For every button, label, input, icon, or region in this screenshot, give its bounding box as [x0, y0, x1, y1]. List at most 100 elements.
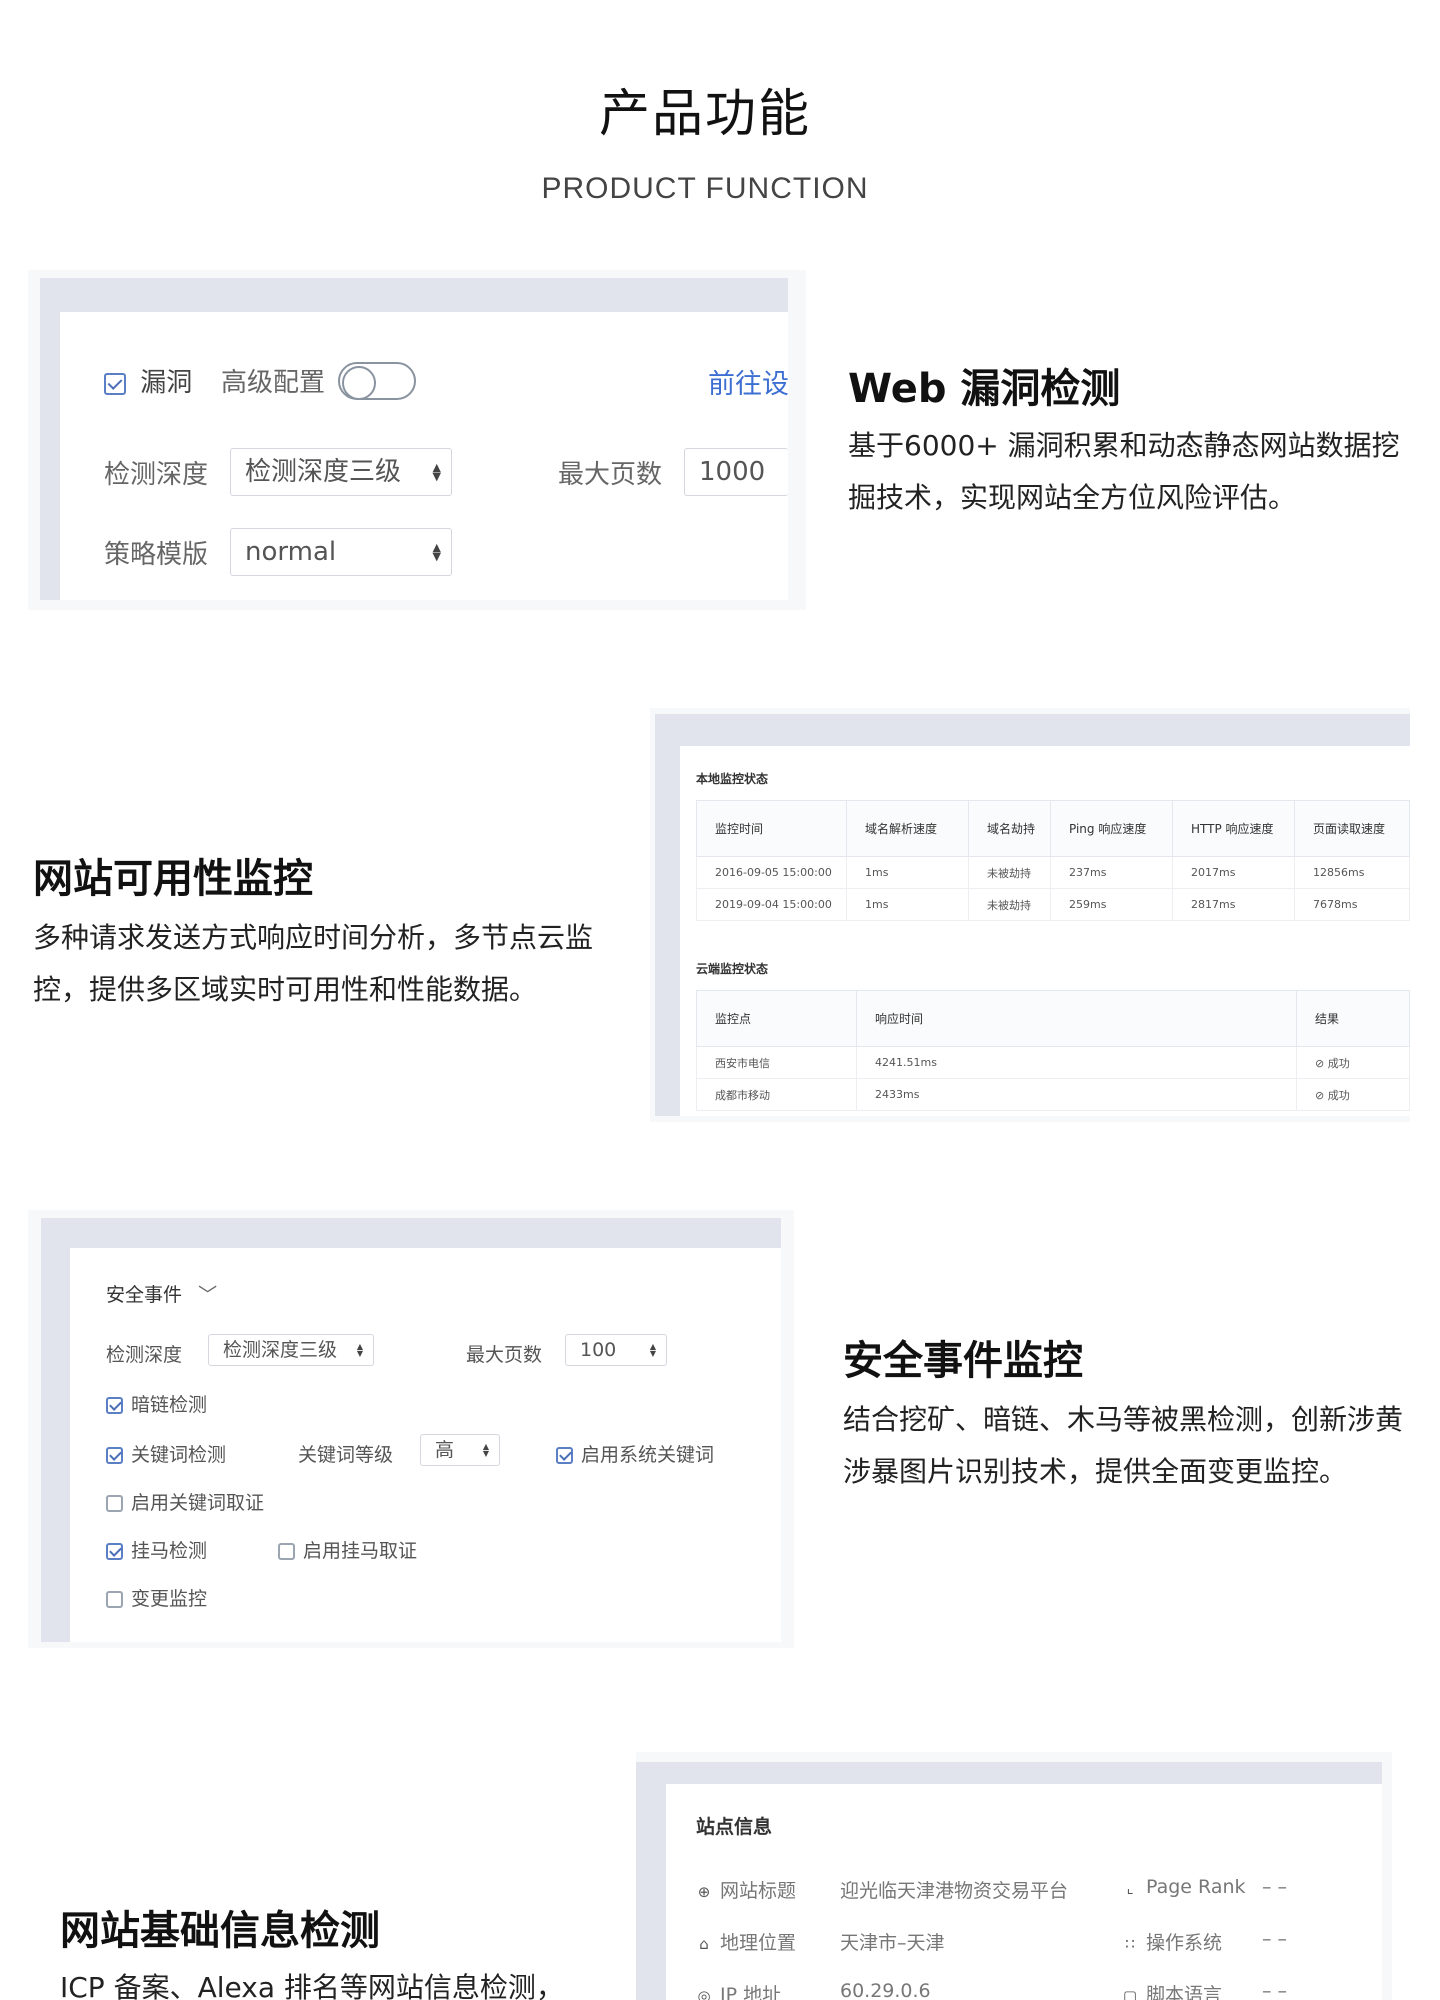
- label-text: 操作系统: [1146, 1932, 1223, 1954]
- ip-value: 60.29.0.6: [840, 1980, 931, 2000]
- table-header: 域名解析速度: [846, 800, 969, 857]
- table-header: 监控点: [696, 990, 857, 1047]
- select-caret-icon: ▲ ▼: [649, 1342, 656, 1358]
- feature-desc-vuln: 基于6000+ 漏洞积累和动态静态网站数据挖掘技术，实现网站全方位风险评估。: [848, 429, 1400, 514]
- availability-monitor-screenshot: 本地监控状态 监控时间 域名解析速度 域名劫持 Ping 响应速度 HTTP 响…: [650, 708, 1410, 1122]
- status-cell: ⊘ 成功: [1296, 1046, 1410, 1079]
- location-value: 天津市–天津: [840, 1932, 945, 1954]
- checkbox-checked-icon: [106, 1447, 123, 1464]
- os-label: ∷ 操作系统: [1122, 1928, 1222, 1955]
- keyword-evidence-checkbox[interactable]: 启用关键词取证: [106, 1488, 264, 1515]
- maxpage-input[interactable]: 1000: [684, 448, 788, 496]
- select-caret-icon: ▲ ▼: [482, 1442, 489, 1458]
- checkbox-checked-icon: [106, 1543, 123, 1560]
- advanced-config-toggle[interactable]: [338, 362, 416, 400]
- table-cell: 1ms: [846, 888, 969, 921]
- depth-label: 检测深度: [104, 460, 209, 490]
- trojan-evidence-checkbox[interactable]: 启用挂马取证: [278, 1536, 417, 1563]
- page-title: 产品功能: [598, 85, 811, 144]
- policy-select[interactable]: normal ▲ ▼: [230, 528, 452, 576]
- feature-desc-siteinfo: ICP 备案、Alexa 排名等网站信息检测，: [60, 1971, 564, 2000]
- select-caret-icon: ▲ ▼: [432, 461, 441, 483]
- change-monitor-label: 变更监控: [131, 1588, 208, 1610]
- table-header: Ping 响应速度: [1050, 800, 1173, 857]
- table-header: 页面读取速度: [1294, 800, 1410, 857]
- table-cell: 成都市移动: [696, 1078, 857, 1111]
- checkbox-checked-icon: [106, 1397, 123, 1414]
- checkbox-unchecked-icon: [106, 1591, 123, 1608]
- local-monitor-table: 监控时间 域名解析速度 域名劫持 Ping 响应速度 HTTP 响应速度 页面读…: [696, 800, 1410, 921]
- darklink-checkbox[interactable]: 暗链检测: [106, 1390, 207, 1417]
- keyword-checkbox[interactable]: 关键词检测: [106, 1440, 226, 1467]
- ip-icon: ◎: [697, 1987, 711, 2000]
- trojan-label: 挂马检测: [131, 1540, 208, 1562]
- cloud-monitor-table: 监控点 响应时间 结果 西安市电信 4241.51ms ⊘ 成功 成都市移动 2…: [696, 990, 1410, 1111]
- ip-label: ◎ IP 地址: [696, 1980, 781, 2000]
- table-cell: 259ms: [1050, 888, 1173, 921]
- page-subtitle: PRODUCT FUNCTION: [541, 172, 869, 205]
- label-text: 地理位置: [720, 1932, 797, 1954]
- sys-keyword-checkbox[interactable]: 启用系统关键词: [556, 1440, 714, 1467]
- event-dropdown[interactable]: 安全事件 ﹀: [106, 1280, 217, 1307]
- chart-icon: ⌞: [1126, 1879, 1134, 1897]
- status-text: 成功: [1327, 1056, 1350, 1070]
- feature-title-siteinfo: 网站基础信息检测: [60, 1908, 380, 1954]
- event-dropdown-label: 安全事件: [106, 1284, 183, 1306]
- vuln-checkbox-row[interactable]: 漏洞: [104, 362, 192, 399]
- table-cell: 西安市电信: [696, 1046, 857, 1079]
- checkbox-checked-icon: [556, 1447, 573, 1464]
- table-row: 2016-09-05 15:00:00 1ms 未被劫持 237ms 2017m…: [696, 856, 1410, 889]
- location-icon: ⌂: [699, 1935, 709, 1953]
- table-cell: 2016-09-05 15:00:00: [696, 856, 847, 889]
- site-title-label: ⊕ 网站标题: [696, 1876, 796, 1903]
- goto-settings-link[interactable]: 前往设: [708, 362, 789, 401]
- vuln-label: 漏洞: [140, 368, 193, 398]
- label-text: Page Rank: [1146, 1876, 1246, 1898]
- success-icon: ⊘: [1315, 1088, 1328, 1102]
- pagerank-label: ⌞ Page Rank: [1122, 1876, 1246, 1898]
- table-header: 响应时间: [856, 990, 1297, 1047]
- darklink-label: 暗链检测: [131, 1394, 208, 1416]
- checkbox-unchecked-icon: [278, 1543, 295, 1560]
- table-row: 成都市移动 2433ms ⊘ 成功: [696, 1078, 1410, 1111]
- trojan-checkbox[interactable]: 挂马检测: [106, 1536, 207, 1563]
- sys-keyword-label: 启用系统关键词: [581, 1444, 715, 1466]
- table-cell: 7678ms: [1294, 888, 1410, 921]
- depth-select[interactable]: 检测深度三级 ▲ ▼: [230, 448, 452, 496]
- status-text: 成功: [1327, 1088, 1350, 1102]
- feature-desc-availability: 多种请求发送方式响应时间分析，多节点云监控，提供多区域实时可用性和性能数据。: [33, 921, 594, 1006]
- table-cell: 2433ms: [856, 1078, 1297, 1111]
- security-event-screenshot: 安全事件 ﹀ 检测深度 检测深度三级 ▲ ▼ 最大页数 100 ▲ ▼ 暗链检测 关…: [28, 1210, 794, 1648]
- select-caret-icon: ▲ ▼: [356, 1342, 363, 1358]
- vuln-config-screenshot: 漏洞 高级配置 前往设 检测深度 检测深度三级 ▲ ▼ 最大页数 1000 策略模…: [28, 270, 806, 610]
- feature-title-vuln: Web 漏洞检测: [848, 366, 1121, 412]
- maxpage-label: 最大页数: [466, 1344, 543, 1366]
- location-label: ⌂ 地理位置: [696, 1928, 796, 1955]
- keyword-level-select[interactable]: 高 ▲ ▼: [420, 1434, 500, 1466]
- trojan-evidence-label: 启用挂马取证: [303, 1540, 418, 1562]
- table-cell: 未被劫持: [968, 888, 1051, 921]
- depth-select[interactable]: 检测深度三级 ▲ ▼: [208, 1334, 374, 1366]
- maxpage-select[interactable]: 100 ▲ ▼: [565, 1334, 667, 1366]
- chevron-down-icon: ﹀: [198, 1284, 218, 1306]
- os-value: – –: [1262, 1928, 1288, 1950]
- maxpage-select-value: 100: [580, 1339, 617, 1361]
- site-title-value: 迎光临天津港物资交易平台: [840, 1880, 1069, 1902]
- label-text: IP 地址: [720, 1984, 782, 2000]
- feature-desc-security: 结合挖矿、暗链、木马等被黑检测，创新涉黄涉暴图片识别技术，提供全面变更监控。: [843, 1403, 1404, 1488]
- change-monitor-checkbox[interactable]: 变更监控: [106, 1584, 207, 1611]
- table-header: 监控时间: [696, 800, 847, 857]
- feature-title-security: 安全事件监控: [843, 1338, 1083, 1384]
- table-row: 西安市电信 4241.51ms ⊘ 成功: [696, 1046, 1410, 1079]
- local-monitor-title: 本地监控状态: [696, 772, 769, 786]
- select-caret-icon: ▲ ▼: [432, 541, 441, 563]
- table-row: 2019-09-04 15:00:00 1ms 未被劫持 259ms 2817m…: [696, 888, 1410, 921]
- policy-label: 策略模版: [104, 540, 209, 570]
- advanced-config-label: 高级配置: [221, 368, 326, 398]
- depth-select-value: 检测深度三级: [245, 457, 402, 487]
- vuln-checkbox[interactable]: [104, 372, 126, 395]
- section-header: 产品功能 PRODUCT FUNCTION: [0, 72, 1410, 206]
- site-info-screenshot: 站点信息 ⊕ 网站标题 迎光临天津港物资交易平台 ⌞ Page Rank – – ⌂…: [636, 1752, 1392, 2000]
- table-header: 结果: [1296, 990, 1410, 1047]
- label-text: 脚本语言: [1146, 1984, 1223, 2000]
